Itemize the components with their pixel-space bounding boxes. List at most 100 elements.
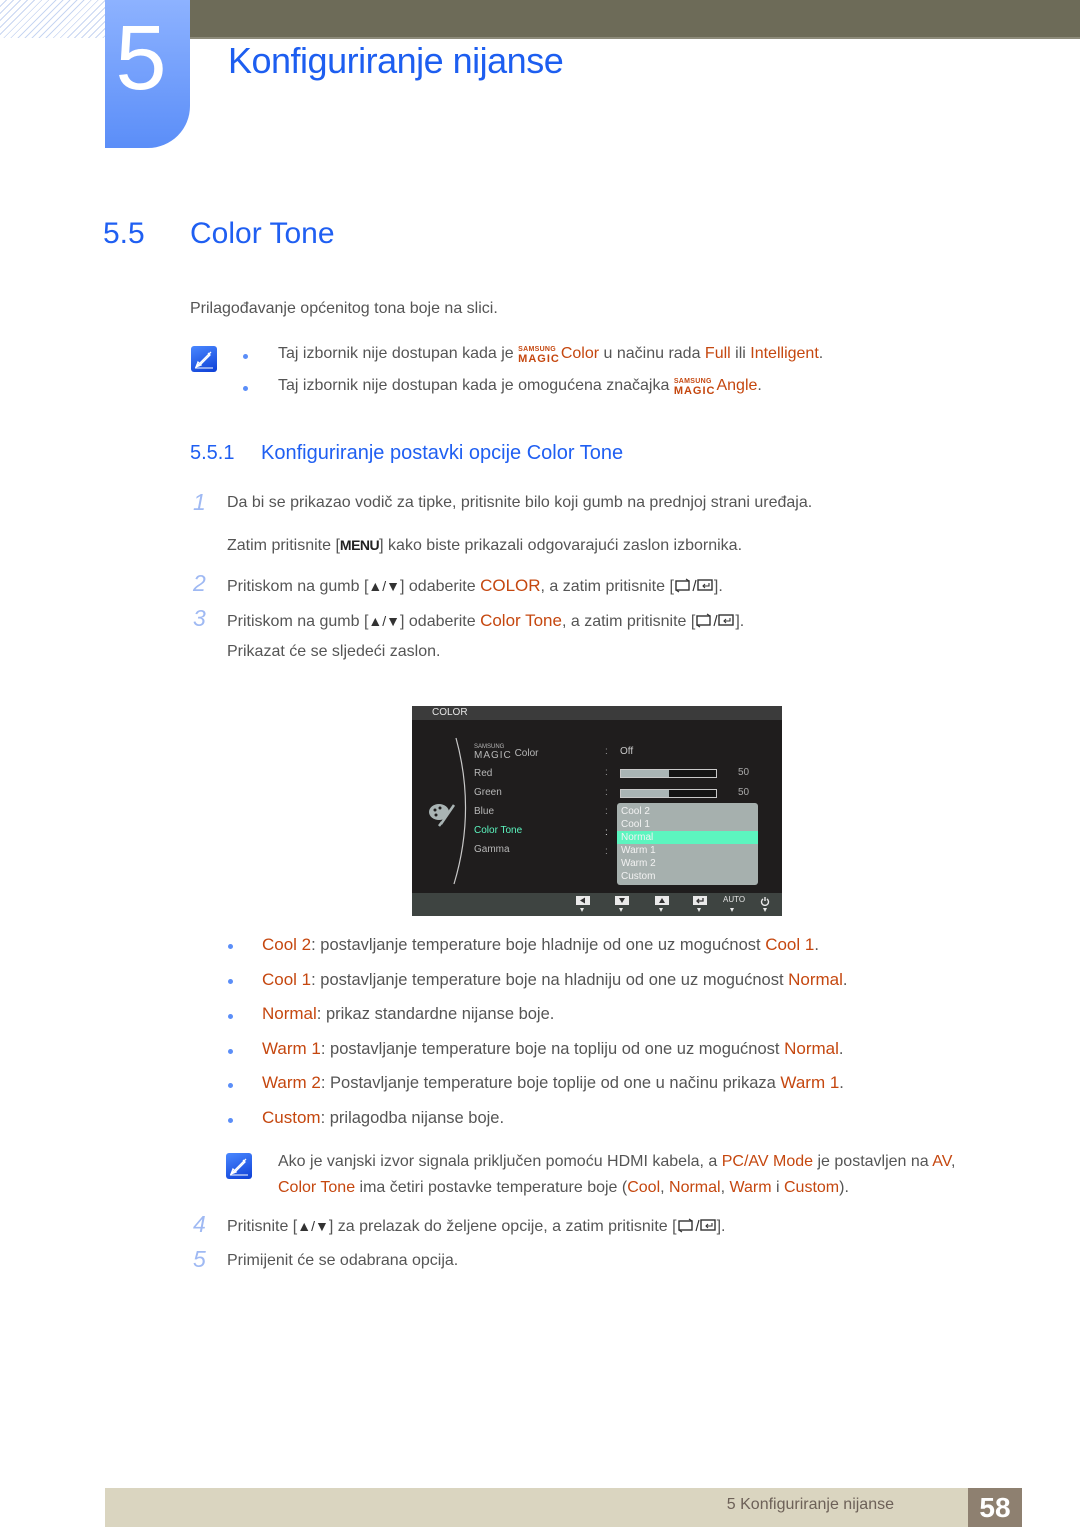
- osd-colon: :: [605, 767, 608, 778]
- osd-colon: :: [605, 846, 608, 857]
- option-name: Cool 2: [262, 935, 312, 954]
- subsection-number: 5.5.1: [190, 442, 235, 464]
- highlight-term: Color Tone: [278, 1179, 356, 1196]
- osd-red-slider: [620, 769, 717, 778]
- highlight-term: Angle: [716, 377, 758, 394]
- step-1b-text: Zatim pritisnite [MENU] kako biste prika…: [227, 537, 743, 554]
- osd-colon: :: [605, 827, 608, 838]
- step-number: 4: [193, 1211, 206, 1237]
- up-down-arrow-icon: ▲/▼: [297, 1218, 329, 1234]
- osd-option-cool1: Cool 1: [621, 819, 650, 830]
- highlight-term: Intelligent: [750, 345, 819, 362]
- osd-item-blue: Blue: [474, 806, 495, 817]
- bullet-icon: [243, 386, 248, 391]
- osd-item-green: Green: [474, 787, 502, 798]
- section-number: 5.5: [103, 217, 145, 250]
- option-name: Normal: [262, 1004, 317, 1023]
- note-bottom-line-1: Ako je vanjski izvor signala priključen …: [278, 1153, 956, 1170]
- osd-value-magic-color: Off: [620, 746, 634, 757]
- osd-option-warm2: Warm 2: [621, 858, 656, 869]
- option-name: Cool 1: [262, 970, 312, 989]
- note-text: Taj izbornik nije dostupan kada je: [278, 345, 519, 362]
- highlight-term: Color Tone: [480, 611, 562, 630]
- osd-item-magic-color: SAMSUNG MAGIC Color: [474, 744, 539, 761]
- bullet-icon: [228, 1049, 233, 1054]
- page-number: 58: [968, 1488, 1022, 1527]
- step-number: 5: [193, 1246, 206, 1272]
- header-bar: [190, 0, 1080, 39]
- source-enter-icon: [695, 612, 735, 633]
- step-4-text: Pritisnite [▲/▼] za prelazak do željene …: [227, 1217, 725, 1238]
- down-icon: [615, 896, 629, 905]
- note-line-2: Taj izbornik nije dostupan kada je omogu…: [278, 377, 762, 397]
- guide-arrow-icon: [659, 908, 663, 912]
- guide-arrow-icon: [619, 908, 623, 912]
- bullet-icon: [228, 1014, 233, 1019]
- chapter-number-tab: 5: [105, 0, 190, 148]
- note-icon: [191, 346, 217, 372]
- option-ref: Normal: [784, 1039, 839, 1058]
- note-text: Taj izbornik nije dostupan kada je omogu…: [278, 377, 674, 394]
- step-3b-text: Prikazat će se sljedeći zaslon.: [227, 643, 441, 660]
- header-hatch-pattern: [0, 0, 105, 38]
- step-number: 1: [193, 489, 206, 515]
- note-line-1: Taj izbornik nije dostupan kada je SAMSU…: [278, 345, 824, 365]
- option-name: Custom: [262, 1108, 321, 1127]
- highlight-term: Color: [560, 345, 600, 362]
- option-ref: Normal: [788, 970, 843, 989]
- auto-label: AUTO: [723, 895, 746, 904]
- osd-red-slider-fill: [621, 770, 669, 777]
- samsung-magic-logo: SAMSUNG MAGIC: [518, 346, 560, 365]
- option-ref: Warm 1: [780, 1073, 840, 1092]
- option-ref: Cool 1: [765, 935, 815, 954]
- step-number: 2: [193, 570, 206, 596]
- page-footer: 5 Konfiguriranje nijanse 58: [105, 1488, 1022, 1527]
- section-title: Color Tone: [190, 217, 335, 250]
- step-2-text: Pritiskom na gumb [▲/▼] odaberite COLOR,…: [227, 576, 723, 598]
- up-icon: [655, 896, 669, 905]
- osd-option-warm1: Warm 1: [621, 845, 656, 856]
- osd-green-slider: [620, 789, 717, 798]
- osd-red-value: 50: [738, 767, 750, 778]
- note-bottom-line-2: Color Tone ima četiri postavke temperatu…: [278, 1179, 849, 1196]
- bullet-icon: [228, 979, 233, 984]
- option-name: Warm 2: [262, 1073, 321, 1092]
- osd-button-guide: AUTO: [412, 893, 782, 916]
- bullet-icon: [228, 944, 233, 949]
- enter-icon: [693, 896, 707, 905]
- highlight-term: PC/AV Mode: [721, 1153, 814, 1170]
- bullet-icon: [243, 354, 248, 359]
- guide-arrow-icon: [697, 908, 701, 912]
- note-icon: [226, 1153, 252, 1179]
- chapter-number: 5: [115, 7, 167, 109]
- osd-green-slider-fill: [621, 790, 669, 797]
- up-down-arrow-icon: ▲/▼: [368, 613, 400, 629]
- highlight-term: COLOR: [480, 576, 541, 595]
- step-3-text: Pritiskom na gumb [▲/▼] odaberite Color …: [227, 611, 744, 633]
- palette-icon: [429, 804, 456, 827]
- section-intro: Prilagođavanje općenitog tona boje na sl…: [190, 300, 498, 317]
- step-5-text: Primijenit će se odabrana opcija.: [227, 1252, 459, 1269]
- highlight-term: Full: [704, 345, 731, 362]
- osd-item-gamma: Gamma: [474, 844, 510, 855]
- osd-option-custom: Custom: [621, 871, 656, 882]
- menu-key-label: MENU: [339, 537, 380, 553]
- guide-arrow-icon: [730, 908, 734, 912]
- osd-option-normal: Normal: [617, 831, 758, 844]
- step-number: 3: [193, 605, 206, 631]
- source-enter-icon: [677, 1217, 717, 1238]
- osd-item-color-tone: Color Tone: [474, 825, 523, 836]
- osd-color-tone-dropdown: Cool 2 Cool 1 Normal Warm 1 Warm 2 Custo…: [617, 803, 758, 885]
- osd-item-red: Red: [474, 768, 493, 779]
- subsection-title: Konfiguriranje postavki opcije Color Ton…: [261, 442, 624, 464]
- option-name: Warm 1: [262, 1039, 321, 1058]
- guide-arrow-icon: [763, 908, 767, 912]
- bullet-icon: [228, 1118, 233, 1123]
- guide-arrow-icon: [580, 908, 584, 912]
- up-down-arrow-icon: ▲/▼: [368, 578, 400, 594]
- footer-chapter-label: 5 Konfiguriranje nijanse: [726, 1496, 894, 1513]
- source-enter-icon: [674, 577, 714, 598]
- osd-option-cool2: Cool 2: [621, 806, 650, 817]
- osd-colon: :: [605, 806, 608, 817]
- chapter-title: Konfiguriranje nijanse: [228, 40, 564, 81]
